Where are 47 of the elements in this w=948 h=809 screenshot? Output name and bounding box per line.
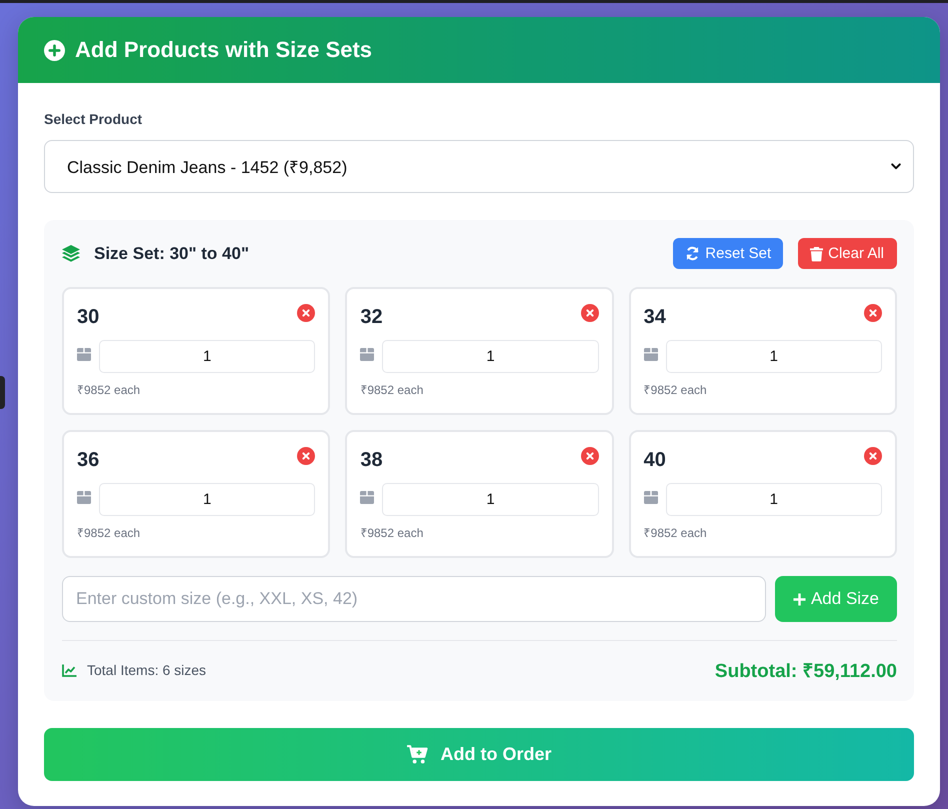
line-chart-icon [62, 664, 77, 676]
size-label: 34 [644, 306, 666, 328]
size-label: 36 [77, 448, 100, 472]
product-select[interactable]: Classic Denim Jeans - 1452 (₹9,852) [44, 140, 914, 193]
size-label: 30 [77, 306, 100, 328]
box-icon [77, 348, 91, 360]
quantity-input[interactable]: 1 [382, 340, 599, 373]
remove-icon[interactable] [297, 447, 316, 465]
box-icon [360, 348, 374, 360]
remove-icon[interactable] [297, 304, 316, 322]
box-icon [644, 490, 658, 504]
remove-icon[interactable] [864, 304, 882, 322]
clear-all-button[interactable]: Clear All [798, 238, 897, 269]
box-icon [644, 348, 658, 360]
subtotal: Subtotal: ₹59,112.00 [714, 660, 897, 683]
unit-price: ₹9852 each [360, 526, 424, 541]
unit-price: ₹9852 each [644, 383, 708, 398]
unit-price: ₹9852 each [360, 383, 424, 398]
plus-circle-icon [44, 40, 65, 60]
size-set-title: Size Set: 30" to 40" [94, 244, 250, 264]
reset-set-button[interactable]: Reset Set [673, 238, 784, 269]
size-label: 32 [360, 306, 383, 328]
layers-icon [62, 245, 80, 262]
quantity-input[interactable]: 1 [666, 483, 882, 516]
box-icon [77, 490, 91, 504]
refresh-icon [685, 246, 700, 261]
size-label: 40 [644, 448, 666, 472]
quantity-input[interactable]: 1 [382, 483, 599, 516]
remove-icon[interactable] [864, 447, 882, 465]
unit-price: ₹9852 each [77, 526, 142, 541]
box-icon [360, 490, 374, 504]
chevron-down-icon [891, 163, 901, 170]
remove-icon[interactable] [580, 447, 599, 465]
unit-price: ₹9852 each [77, 383, 142, 398]
quantity-input[interactable]: 1 [666, 340, 882, 373]
quantity-input[interactable]: 1 [99, 340, 316, 373]
custom-size-input[interactable]: Enter custom size (e.g., XXL, XS, 42) [62, 576, 766, 622]
quantity-input[interactable]: 1 [99, 483, 316, 516]
total-items: Total Items: 6 sizes [87, 662, 206, 678]
cart-icon [406, 745, 428, 764]
unit-price: ₹9852 each [644, 526, 708, 541]
plus-icon [792, 592, 806, 606]
field-label: Select Product [44, 111, 144, 128]
trash-icon [810, 246, 824, 262]
remove-icon[interactable] [580, 304, 599, 322]
card-title: Add Products with Size Sets [75, 37, 372, 63]
size-label: 38 [360, 448, 383, 472]
